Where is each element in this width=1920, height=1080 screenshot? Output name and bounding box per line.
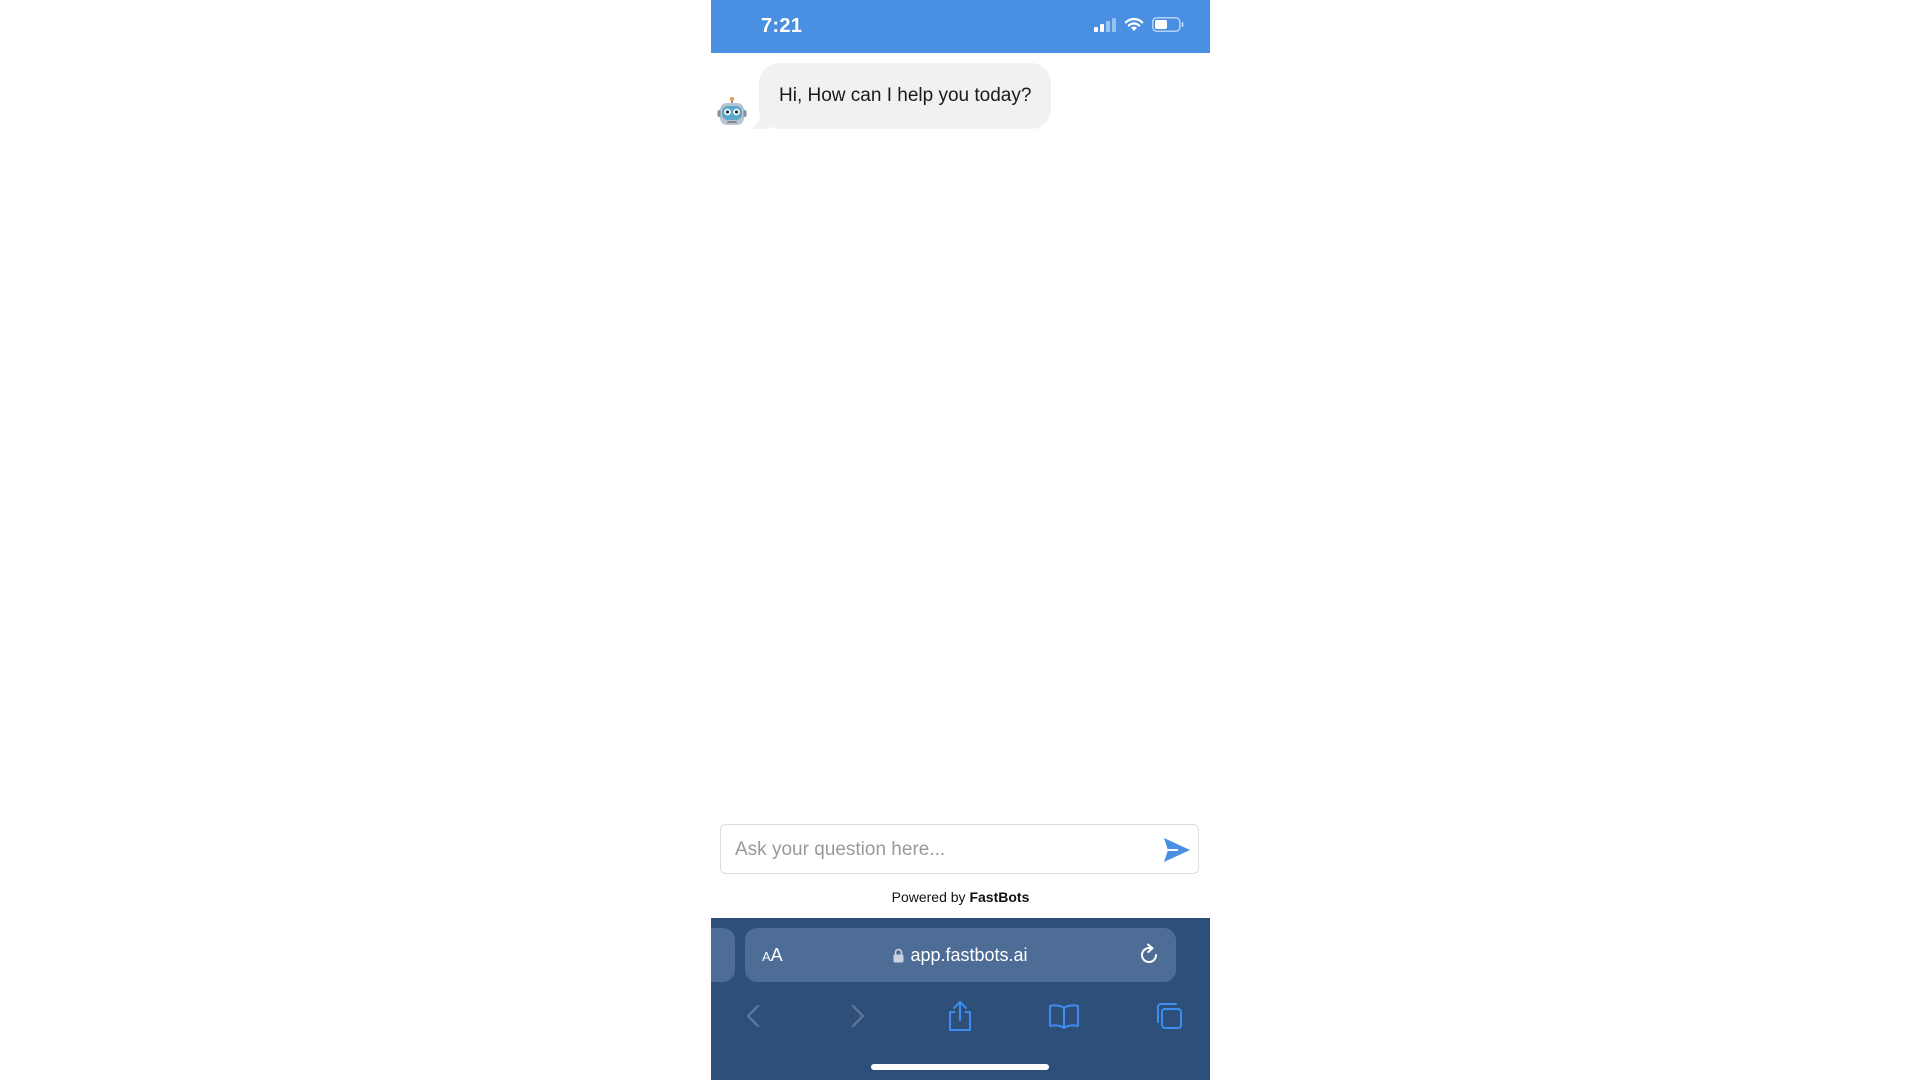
previous-tab-stub[interactable]: [711, 928, 735, 982]
cellular-signal-icon: [1094, 17, 1116, 32]
bubble-tail: [749, 109, 769, 129]
url-bar[interactable]: app.fastbots.ai AA: [745, 928, 1176, 982]
bot-message-bubble: Hi, How can I help you today?: [749, 63, 1052, 129]
powered-by-brand[interactable]: FastBots: [969, 889, 1029, 905]
share-button[interactable]: [942, 998, 978, 1034]
reload-icon[interactable]: [1136, 942, 1162, 968]
send-icon[interactable]: [1162, 835, 1192, 865]
powered-by: Powered by FastBots: [711, 889, 1210, 905]
status-bar: 7:21: [711, 0, 1210, 53]
status-time: 7:21: [761, 15, 803, 37]
phone-screen: 7:21 Hi, How can I help you today? Ask y…: [711, 0, 1210, 1080]
bot-message-text: Hi, How can I help you today?: [779, 85, 1032, 106]
text-size-button[interactable]: AA: [762, 928, 783, 982]
share-icon: [949, 1001, 971, 1031]
bookmarks-button[interactable]: [1046, 998, 1082, 1034]
browser-bottom-bar: app.fastbots.ai AA: [711, 918, 1210, 1080]
wifi-icon: [1124, 17, 1144, 31]
tabs-icon: [1157, 1003, 1182, 1029]
tabs-button[interactable]: [1151, 998, 1187, 1034]
text-size-large-a: A: [770, 945, 783, 965]
question-input[interactable]: [733, 825, 1137, 875]
robot-icon: [717, 97, 747, 125]
bot-message: Hi, How can I help you today?: [717, 63, 1052, 129]
home-indicator[interactable]: [871, 1064, 1049, 1070]
chat-area: Hi, How can I help you today?: [711, 53, 1210, 813]
question-input-container: [720, 824, 1199, 875]
back-button[interactable]: [735, 998, 771, 1034]
text-size-small-a: A: [762, 949, 771, 964]
lock-icon: [893, 948, 904, 962]
browser-toolbar: [711, 998, 1210, 1034]
url-text: app.fastbots.ai: [910, 944, 1028, 965]
bookmarks-icon: [1049, 1004, 1079, 1029]
back-icon: [746, 1004, 760, 1028]
status-icons: [1094, 17, 1184, 32]
forward-button[interactable]: [840, 998, 876, 1034]
url-display[interactable]: app.fastbots.ai: [745, 928, 1176, 982]
powered-by-prefix: Powered by: [891, 889, 966, 905]
battery-icon: [1152, 17, 1184, 32]
forward-icon: [851, 1004, 865, 1028]
